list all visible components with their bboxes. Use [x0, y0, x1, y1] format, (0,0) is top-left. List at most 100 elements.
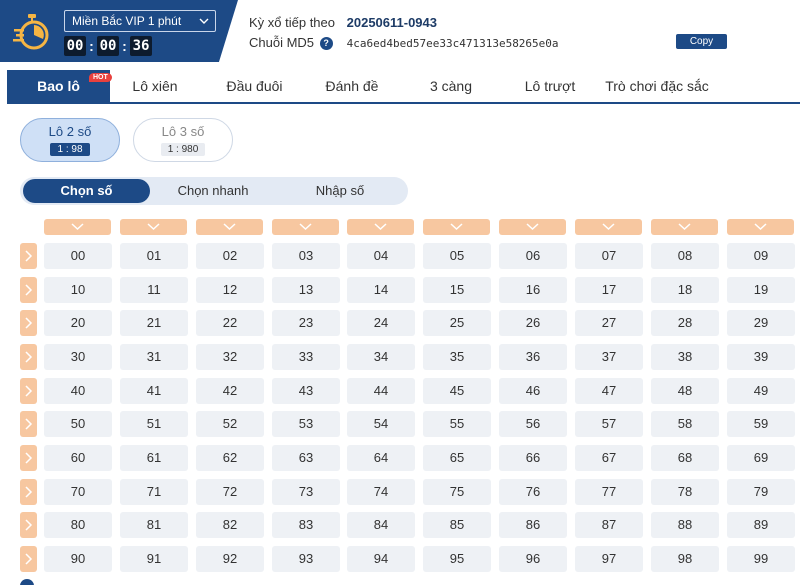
number-cell[interactable]: 58: [651, 411, 719, 437]
column-select-7[interactable]: [575, 219, 642, 235]
subtype-lo-3-so[interactable]: Lô 3 số 1 : 980: [133, 118, 233, 162]
number-cell[interactable]: 78: [651, 479, 719, 505]
column-select-5[interactable]: [423, 219, 490, 235]
number-cell[interactable]: 16: [499, 277, 567, 303]
number-cell[interactable]: 48: [651, 378, 719, 404]
mode-nhap-so[interactable]: Nhập số: [276, 179, 404, 203]
number-cell[interactable]: 18: [651, 277, 719, 303]
tab-lo-xien[interactable]: Lô xiên: [110, 70, 200, 102]
number-cell[interactable]: 31: [120, 344, 188, 370]
number-cell[interactable]: 52: [196, 411, 264, 437]
number-cell[interactable]: 51: [120, 411, 188, 437]
column-select-4[interactable]: [347, 219, 414, 235]
number-cell[interactable]: 88: [651, 512, 719, 538]
number-cell[interactable]: 17: [575, 277, 643, 303]
number-cell[interactable]: 99: [727, 546, 795, 572]
number-cell[interactable]: 60: [44, 445, 112, 471]
number-cell[interactable]: 30: [44, 344, 112, 370]
number-cell[interactable]: 39: [727, 344, 795, 370]
number-cell[interactable]: 13: [272, 277, 340, 303]
column-select-1[interactable]: [120, 219, 187, 235]
tab-dau-duoi[interactable]: Đầu đuôi: [207, 70, 302, 102]
number-cell[interactable]: 73: [272, 479, 340, 505]
game-select[interactable]: Miền Bắc VIP 1 phút: [64, 10, 216, 32]
number-cell[interactable]: 96: [499, 546, 567, 572]
number-cell[interactable]: 87: [575, 512, 643, 538]
number-cell[interactable]: 33: [272, 344, 340, 370]
number-cell[interactable]: 36: [499, 344, 567, 370]
number-cell[interactable]: 82: [196, 512, 264, 538]
number-cell[interactable]: 38: [651, 344, 719, 370]
number-cell[interactable]: 64: [347, 445, 415, 471]
row-select-6[interactable]: [20, 445, 37, 471]
number-cell[interactable]: 29: [727, 310, 795, 336]
number-cell[interactable]: 43: [272, 378, 340, 404]
number-cell[interactable]: 12: [196, 277, 264, 303]
help-icon[interactable]: ?: [319, 37, 333, 50]
number-cell[interactable]: 01: [120, 243, 188, 269]
number-cell[interactable]: 77: [575, 479, 643, 505]
number-cell[interactable]: 70: [44, 479, 112, 505]
number-cell[interactable]: 57: [575, 411, 643, 437]
row-select-3[interactable]: [20, 344, 37, 370]
number-cell[interactable]: 09: [727, 243, 795, 269]
number-cell[interactable]: 98: [651, 546, 719, 572]
number-cell[interactable]: 71: [120, 479, 188, 505]
number-cell[interactable]: 92: [196, 546, 264, 572]
number-cell[interactable]: 79: [727, 479, 795, 505]
number-cell[interactable]: 84: [347, 512, 415, 538]
column-select-9[interactable]: [727, 219, 794, 235]
number-cell[interactable]: 27: [575, 310, 643, 336]
number-cell[interactable]: 15: [423, 277, 491, 303]
number-cell[interactable]: 81: [120, 512, 188, 538]
mode-chon-so[interactable]: Chọn số: [23, 179, 150, 203]
number-cell[interactable]: 94: [347, 546, 415, 572]
number-cell[interactable]: 55: [423, 411, 491, 437]
number-cell[interactable]: 75: [423, 479, 491, 505]
column-select-8[interactable]: [651, 219, 718, 235]
number-cell[interactable]: 22: [196, 310, 264, 336]
number-cell[interactable]: 07: [575, 243, 643, 269]
number-cell[interactable]: 28: [651, 310, 719, 336]
tab-lo-truot[interactable]: Lô trượt: [505, 70, 595, 102]
number-cell[interactable]: 68: [651, 445, 719, 471]
number-cell[interactable]: 69: [727, 445, 795, 471]
number-cell[interactable]: 86: [499, 512, 567, 538]
number-cell[interactable]: 05: [423, 243, 491, 269]
mode-chon-nhanh[interactable]: Chọn nhanh: [150, 179, 276, 203]
number-cell[interactable]: 72: [196, 479, 264, 505]
number-cell[interactable]: 63: [272, 445, 340, 471]
number-cell[interactable]: 02: [196, 243, 264, 269]
number-cell[interactable]: 66: [499, 445, 567, 471]
copy-button[interactable]: Copy: [676, 34, 727, 49]
number-cell[interactable]: 49: [727, 378, 795, 404]
tab-bao-lo[interactable]: Bao lô HOT: [7, 70, 112, 102]
number-cell[interactable]: 47: [575, 378, 643, 404]
number-cell[interactable]: 19: [727, 277, 795, 303]
number-cell[interactable]: 53: [272, 411, 340, 437]
number-cell[interactable]: 14: [347, 277, 415, 303]
number-cell[interactable]: 74: [347, 479, 415, 505]
number-cell[interactable]: 20: [44, 310, 112, 336]
number-cell[interactable]: 37: [575, 344, 643, 370]
row-select-2[interactable]: [20, 310, 37, 336]
number-cell[interactable]: 03: [272, 243, 340, 269]
number-cell[interactable]: 93: [272, 546, 340, 572]
number-cell[interactable]: 26: [499, 310, 567, 336]
number-cell[interactable]: 83: [272, 512, 340, 538]
row-select-0[interactable]: [20, 243, 37, 269]
number-cell[interactable]: 34: [347, 344, 415, 370]
number-cell[interactable]: 54: [347, 411, 415, 437]
number-cell[interactable]: 42: [196, 378, 264, 404]
number-cell[interactable]: 40: [44, 378, 112, 404]
number-cell[interactable]: 21: [120, 310, 188, 336]
row-select-8[interactable]: [20, 512, 37, 538]
row-select-5[interactable]: [20, 411, 37, 437]
number-cell[interactable]: 59: [727, 411, 795, 437]
row-select-7[interactable]: [20, 479, 37, 505]
number-cell[interactable]: 46: [499, 378, 567, 404]
column-select-3[interactable]: [272, 219, 339, 235]
number-cell[interactable]: 67: [575, 445, 643, 471]
number-cell[interactable]: 08: [651, 243, 719, 269]
number-cell[interactable]: 76: [499, 479, 567, 505]
